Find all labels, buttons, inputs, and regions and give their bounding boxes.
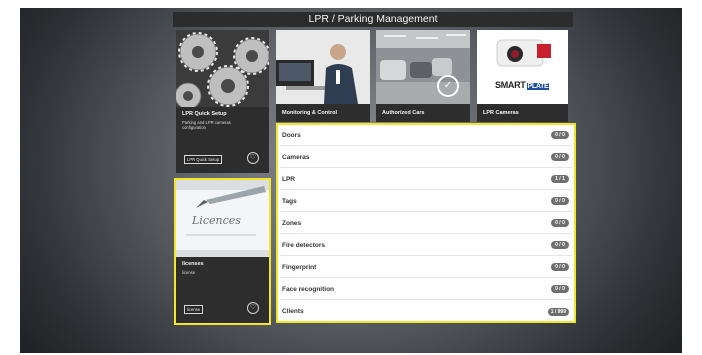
count-badge: 0 / 0 [551,285,569,293]
list-item-label: Doors [282,131,301,139]
licence-image-text: Licences [192,214,241,227]
parking-garage-image [376,30,470,104]
count-badge: 1 / 1 [551,175,569,183]
count-badge: 0 / 0 [551,219,569,227]
monitoring-image [276,30,370,104]
list-item[interactable]: Fingerprint 0 / 0 [280,257,572,278]
list-item-label: Fingerprint [282,263,317,271]
count-badge: 0 / 0 [551,241,569,249]
list-item-label: Zones [282,219,302,227]
list-item-label: Fire detectors [282,241,325,249]
tile-lpr-quick-setup[interactable]: LPR Quick Setup Parking and LPR cameras … [176,30,269,173]
camera-image [477,30,568,104]
tile-monitoring-control[interactable]: Monitoring & Control [276,30,370,122]
tile-description: license [182,270,196,275]
tile-title: LPR Cameras [483,110,519,116]
list-item-label: LPR [282,175,295,183]
heart-icon[interactable]: ♡ [247,152,259,164]
gears-image [176,30,269,107]
list-item[interactable]: Zones 0 / 0 [280,213,572,234]
list-item-label: Clients [282,308,304,315]
tile-licenses[interactable]: Licences licenses license license ♡ [174,178,271,325]
list-item[interactable]: Face recognition 0 / 0 [280,279,572,300]
device-status-list: Doors 0 / 0 Cameras 0 / 0 LPR 1 / 1 Tags… [276,123,576,323]
count-badge: 0 / 0 [551,131,569,139]
heart-icon[interactable]: ♡ [247,302,259,314]
page-title: LPR / Parking Management [173,12,573,27]
lpr-quick-setup-button[interactable]: LPR Quick Setup [184,155,223,164]
check-circle-icon: ✓ [443,80,453,91]
tile-title: LPR Quick Setup [182,111,227,117]
tile-lpr-cameras[interactable]: SMART PLATE LPR Cameras [477,30,568,122]
tile-title: Monitoring & Control [282,110,337,116]
list-item-label: Cameras [282,153,310,161]
list-item[interactable]: LPR 1 / 1 [280,169,572,190]
brand-logo: SMART PLATE [495,80,550,90]
list-item[interactable]: Tags 0 / 0 [280,191,572,212]
count-badge: 0 / 0 [551,153,569,161]
tile-authorized-cars[interactable]: ✓ Authorized Cars [376,30,470,122]
tile-description: Parking and LPR cameras configuration [182,120,231,130]
list-item-label: Face recognition [282,285,335,293]
tile-title: Authorized Cars [382,110,425,116]
license-button[interactable]: license [184,305,204,314]
tile-title: licenses [182,261,204,267]
count-badge: 0 / 0 [551,263,569,271]
list-item[interactable]: Doors 0 / 0 [280,125,572,146]
brand-suffix: PLATE [526,83,550,90]
count-badge: 0 / 0 [551,197,569,205]
list-item-label: Tags [282,197,297,205]
list-item[interactable]: Fire detectors 0 / 0 [280,235,572,256]
list-item[interactable]: Clients 1 / 999 [280,301,572,322]
count-badge: 1 / 999 [547,307,569,316]
list-item[interactable]: Cameras 0 / 0 [280,147,572,168]
